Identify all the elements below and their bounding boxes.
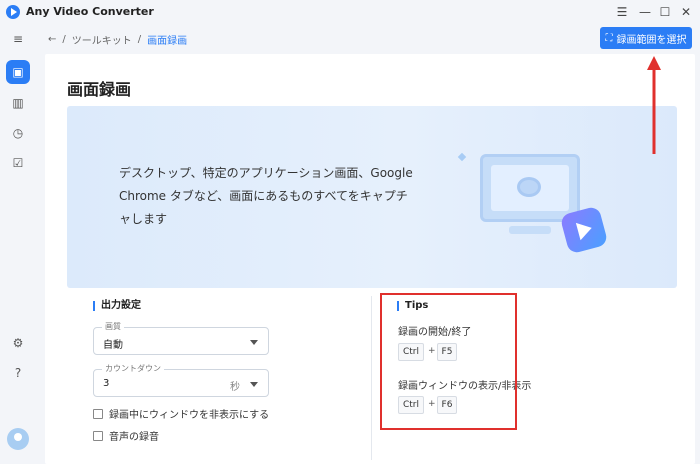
quality-label: 画質 — [102, 321, 124, 332]
breadcrumb-current: 画面録画 — [147, 36, 188, 47]
countdown-select[interactable]: カウントダウン 3 秒 — [93, 363, 269, 397]
library-icon[interactable]: ▥ — [9, 94, 27, 112]
sparkle-decoration — [457, 152, 467, 162]
sidebar: ≡ ▣ ▥ ◷ ☑ ⚙ ? — [0, 24, 36, 464]
help-icon[interactable]: ? — [9, 364, 27, 382]
intro-banner: デスクトップ、特定のアプリケーション画面、Google Chrome タブなど、… — [67, 106, 677, 288]
quality-select[interactable]: 画質 自動 — [93, 321, 269, 355]
select-area-button[interactable]: ⛶ 録画範囲を選択 — [600, 27, 692, 49]
chevron-down-icon — [250, 340, 258, 345]
record-audio-checkbox[interactable] — [93, 430, 103, 441]
app-title: Any Video Converter — [26, 5, 154, 18]
toolkit-icon[interactable]: ▣ — [6, 60, 30, 84]
select-area-label: 録画範囲を選択 — [616, 34, 687, 46]
hide-window-checkbox-row[interactable]: 録画中にウィンドウを非表示にする — [93, 406, 269, 421]
menu-icon[interactable]: ☰ — [613, 3, 631, 21]
output-settings-title: 出力設定 — [93, 301, 141, 311]
countdown-label: カウントダウン — [102, 363, 164, 374]
countdown-unit: 秒 — [230, 382, 240, 393]
countdown-value: 3 — [103, 378, 110, 389]
monitor-illustration — [480, 154, 580, 222]
breadcrumb: ← / ツールキット / 画面録画 — [48, 32, 187, 47]
back-arrow-icon[interactable]: ← — [48, 34, 56, 45]
play-badge-icon — [559, 205, 609, 255]
app-logo-icon — [6, 5, 20, 19]
monitor-stand — [509, 226, 551, 234]
title-bar: Any Video Converter ☰ — ☐ ✕ — [0, 0, 700, 24]
close-icon[interactable]: ✕ — [677, 3, 695, 21]
tips-highlight-frame — [380, 293, 517, 430]
avatar[interactable] — [7, 428, 29, 450]
hide-window-label: 録画中にウィンドウを非表示にする — [109, 410, 270, 421]
breadcrumb-separator: / — [62, 34, 66, 45]
tasks-icon[interactable]: ☑ — [9, 154, 27, 172]
minimize-icon[interactable]: — — [636, 3, 654, 21]
record-audio-label: 音声の録音 — [109, 432, 159, 443]
banner-description: デスクトップ、特定のアプリケーション画面、Google Chrome タブなど、… — [119, 166, 413, 226]
collapse-sidebar-icon[interactable]: ≡ — [9, 30, 27, 48]
record-circle-icon — [517, 177, 541, 197]
record-audio-checkbox-row[interactable]: 音声の録音 — [93, 428, 159, 443]
history-icon[interactable]: ◷ — [9, 124, 27, 142]
monitor-screen — [491, 165, 569, 211]
annotation-arrow-icon — [647, 56, 661, 154]
quality-value: 自動 — [103, 340, 123, 351]
select-area-icon: ⛶ — [605, 32, 613, 44]
column-divider — [371, 296, 372, 460]
settings-icon[interactable]: ⚙ — [9, 334, 27, 352]
chevron-down-icon — [250, 382, 258, 387]
breadcrumb-toolkit[interactable]: ツールキット — [72, 32, 132, 47]
breadcrumb-separator: / — [137, 34, 142, 45]
maximize-icon[interactable]: ☐ — [656, 3, 674, 21]
page-title: 画面録画 — [67, 80, 132, 99]
hide-window-checkbox[interactable] — [93, 408, 103, 419]
